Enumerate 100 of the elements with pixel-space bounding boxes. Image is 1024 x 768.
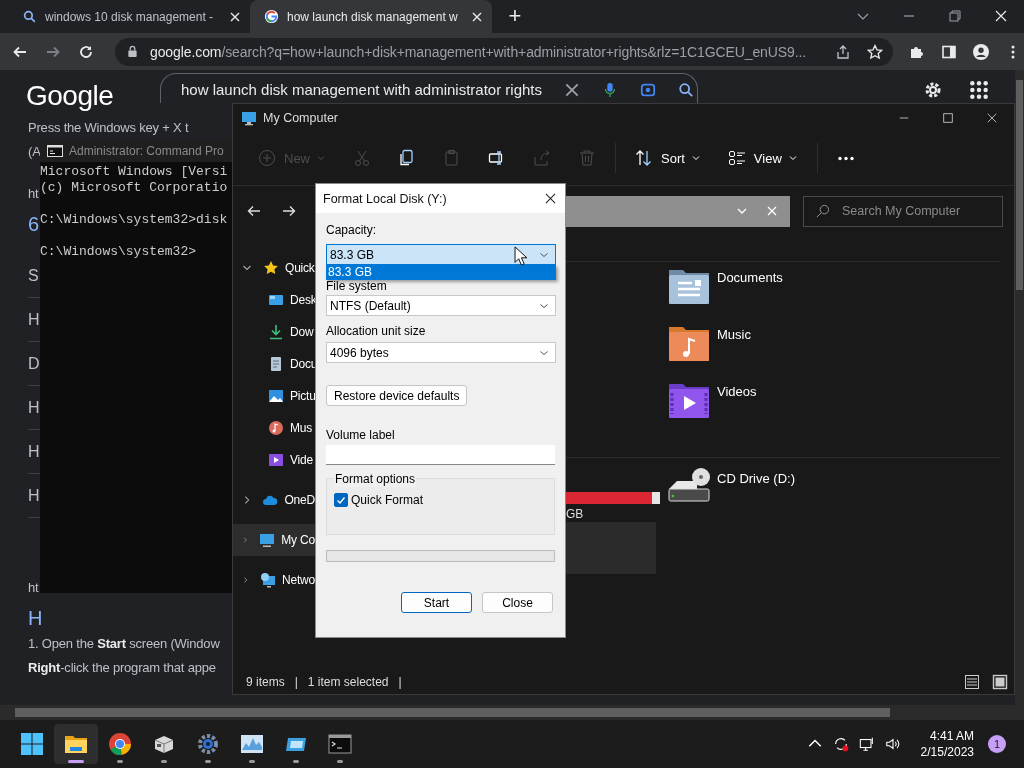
sidebar-item[interactable]: OneD — [233, 484, 315, 516]
scissors-icon — [353, 149, 371, 167]
sidebar-item[interactable]: Vide — [233, 444, 315, 476]
dropdown-option[interactable]: 83.3 GB — [326, 265, 556, 280]
close-icon[interactable] — [545, 193, 556, 204]
monitor-icon — [259, 532, 276, 548]
tiles-view-icon[interactable] — [992, 673, 1008, 690]
star-icon — [263, 260, 279, 276]
volume-icon[interactable] — [884, 736, 901, 752]
clock-time[interactable]: 4:41 AM — [929, 728, 974, 744]
restore-icon[interactable] — [948, 9, 962, 23]
lock-icon[interactable] — [127, 45, 138, 58]
copy-icon — [398, 149, 416, 167]
question-text[interactable]: S — [28, 267, 39, 284]
question-text[interactable]: H — [28, 311, 40, 328]
result-heading[interactable]: 6 — [28, 213, 39, 235]
question-text[interactable]: H — [28, 443, 40, 460]
horizontal-scrollbar[interactable] — [0, 705, 1024, 720]
sidebar-item[interactable]: Quick — [233, 252, 315, 284]
list-view-icon — [727, 149, 746, 167]
console-line: C:\Windows\system32>disk — [40, 211, 229, 228]
apps-icon[interactable] — [969, 80, 989, 100]
address-bar[interactable] — [566, 195, 790, 227]
allocation-dropdown[interactable]: 4096 bytes — [326, 342, 556, 363]
search-icon — [22, 9, 37, 24]
details-view-icon[interactable] — [964, 673, 980, 690]
volume-label-field[interactable] — [326, 445, 555, 465]
gear-icon — [196, 732, 220, 756]
sidebar-item[interactable]: Desk — [233, 284, 315, 316]
window-title: Administrator: Command Pro — [69, 144, 224, 158]
sidebar-item[interactable]: Netwo — [233, 564, 315, 596]
window-title: My Computer — [263, 110, 339, 125]
network-icon[interactable] — [858, 736, 875, 752]
notification-badge[interactable]: 1 — [988, 735, 1006, 753]
sync-icon[interactable] — [832, 736, 849, 752]
download-icon — [268, 324, 284, 340]
reload-icon[interactable] — [78, 43, 94, 60]
sidebar-item[interactable]: My Co — [233, 524, 315, 556]
colored-ring-icon — [264, 9, 279, 24]
google-logo[interactable]: Google — [26, 80, 160, 112]
console-line: Microsoft Windows [Versi — [40, 164, 229, 180]
capacity-dropdown[interactable]: 83.3 GB — [326, 244, 556, 265]
sidebar-item[interactable]: Dow — [233, 316, 315, 348]
start-button[interactable]: Start — [401, 592, 472, 613]
plus-circle-icon — [258, 149, 276, 167]
view-button[interactable]: View — [716, 140, 809, 176]
taskbar-button[interactable] — [54, 724, 98, 764]
question-text[interactable]: D — [28, 355, 40, 372]
sidebar-item[interactable]: Pictu — [233, 380, 315, 412]
browser-tab[interactable]: how launch disk management w — [250, 0, 492, 33]
sidebar-item[interactable]: Mus — [233, 412, 315, 444]
maximize-icon[interactable] — [942, 111, 954, 124]
caret-icon — [690, 153, 701, 163]
caret-icon — [316, 153, 326, 163]
drive-item[interactable]: CD Drive (D:) — [667, 465, 1000, 522]
folder-item[interactable]: Music — [667, 321, 1000, 378]
question-text[interactable]: H — [28, 487, 40, 504]
share-icon[interactable] — [835, 43, 851, 60]
field-label: File system — [326, 278, 387, 294]
profile-icon[interactable] — [973, 43, 989, 60]
clear-icon[interactable] — [564, 81, 580, 98]
checkbox-label[interactable]: Quick Format — [351, 493, 423, 507]
close-button[interactable]: Close — [482, 592, 553, 613]
question-text[interactable]: H — [28, 399, 40, 416]
chevron-down-icon[interactable] — [242, 263, 252, 273]
result-url[interactable]: ht — [28, 580, 39, 595]
search-field[interactable]: Search My Computer — [803, 195, 1003, 227]
terminal-icon — [328, 732, 352, 756]
new-tab-button[interactable]: + — [500, 1, 530, 31]
snippet-text: 1. Open the Start screen (Window — [28, 636, 220, 651]
back-icon[interactable] — [246, 203, 262, 219]
checkbox[interactable] — [334, 493, 348, 507]
search-icon[interactable] — [678, 81, 694, 98]
snippet-text: Right-click the program that appe — [28, 660, 216, 675]
file-system-dropdown[interactable]: NTFS (Default) — [326, 295, 556, 316]
clipboard-icon — [443, 149, 461, 167]
star-icon[interactable] — [867, 43, 883, 60]
result-url[interactable]: ht — [28, 186, 39, 201]
clock-date[interactable]: 2/15/2023 — [920, 744, 974, 760]
restore-defaults-button[interactable]: Restore device defaults — [326, 385, 468, 406]
sort-button[interactable]: Sort — [624, 140, 712, 176]
image-icon — [268, 388, 284, 404]
forward-icon[interactable] — [281, 203, 297, 219]
folder-item[interactable]: Videos — [667, 378, 1000, 435]
chevron-right-icon[interactable] — [242, 495, 252, 505]
vertical-scrollbar[interactable] — [1015, 70, 1024, 705]
field-label: Capacity: — [326, 222, 377, 238]
microphone-icon[interactable] — [602, 81, 618, 98]
field-label: Volume label — [326, 427, 395, 443]
result-heading[interactable]: H — [28, 607, 43, 629]
browser-tab[interactable]: windows 10 disk management - — [8, 0, 250, 33]
camera-icon[interactable] — [640, 81, 656, 98]
address-field[interactable]: google.com/search?q=how+launch+disk+management+with+administrator+rights&rlz=1C1GCEU_enUS9... — [115, 37, 893, 66]
status-text: 9 items — [246, 674, 285, 689]
chevron-right-icon[interactable] — [242, 575, 249, 585]
folder-item[interactable]: Documents — [667, 264, 1000, 321]
chart-window-icon — [240, 732, 264, 756]
side-panel-icon[interactable] — [941, 43, 957, 60]
caret-icon — [787, 153, 798, 163]
settings-icon[interactable] — [923, 80, 943, 100]
